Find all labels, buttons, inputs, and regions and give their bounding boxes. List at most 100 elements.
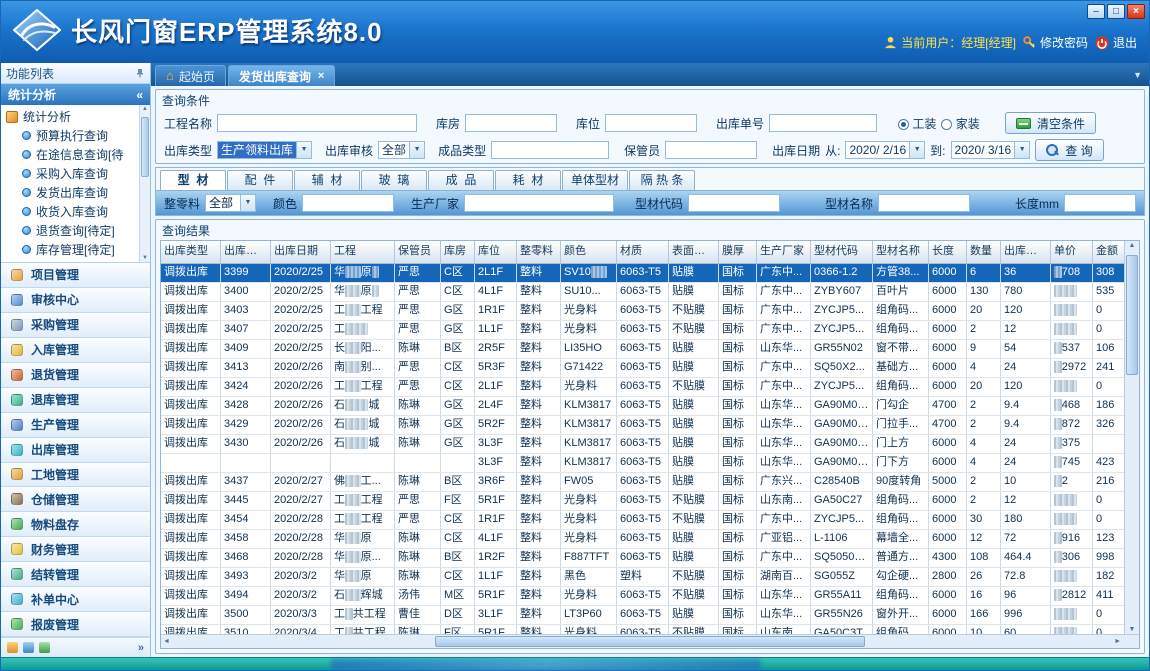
column-header[interactable]: 表面处理: [669, 241, 719, 263]
outbound-type-select[interactable]: 生产领料出库 ▼: [217, 141, 312, 159]
table-row[interactable]: 调拨出库34542020/2/28工▒▒工程严思C区1R1F整料光身料6063-…: [161, 511, 1124, 530]
sidebar-module[interactable]: 工地管理: [1, 463, 150, 488]
chevron-down-icon[interactable]: ▼: [409, 142, 424, 158]
scroll-down-icon[interactable]: ▼: [1125, 626, 1139, 633]
footer-more-icon[interactable]: »: [138, 642, 144, 654]
column-header[interactable]: 生产厂家: [757, 241, 811, 263]
table-row[interactable]: 调拨出库34282020/2/26石▒▒▒城陈琳G区2L4F整料KLM38176…: [161, 397, 1124, 416]
material-tab[interactable]: 玻 璃: [361, 170, 427, 190]
column-header[interactable]: 数量: [967, 241, 1001, 263]
manufacturer-input[interactable]: [464, 194, 614, 212]
sidebar-module[interactable]: 报废管理: [1, 612, 150, 637]
collapse-icon[interactable]: «: [136, 88, 143, 102]
chevron-down-icon[interactable]: ▼: [909, 142, 924, 158]
tree-scroll-up-icon[interactable]: ▲: [140, 106, 150, 112]
column-header[interactable]: 出库单号: [221, 241, 271, 263]
vertical-scroll-thumb[interactable]: [1126, 255, 1138, 375]
tree-item[interactable]: 预算执行查询: [6, 126, 138, 145]
date-to-picker[interactable]: 2020/ 3/16 ▼: [951, 141, 1031, 159]
sidebar-module[interactable]: 出库管理: [1, 438, 150, 463]
table-row[interactable]: 调拨出库34002020/2/25华▒▒原▒严思C区4L1F整料SU10...6…: [161, 283, 1124, 302]
maximize-button[interactable]: □: [1107, 4, 1125, 19]
sidebar-section-statistics[interactable]: 统计分析 «: [1, 84, 150, 105]
column-header[interactable]: 颜色: [561, 241, 617, 263]
tree-item[interactable]: 在途信息查询[待: [6, 145, 138, 164]
column-header[interactable]: 库位: [475, 241, 517, 263]
scroll-left-icon[interactable]: ◄: [163, 638, 170, 645]
tree-item[interactable]: 库存管理[待定]: [6, 240, 138, 259]
chart-icon[interactable]: [39, 642, 50, 653]
material-tab[interactable]: 辅 材: [294, 170, 360, 190]
vertical-scrollbar[interactable]: ▲ ▼: [1124, 241, 1139, 634]
folder-icon[interactable]: [7, 642, 18, 653]
tab-home[interactable]: ⌂ 起始页: [155, 65, 226, 86]
table-row[interactable]: 调拨出库33992020/2/25华▒▒原▒严思C区2L1F整料SV10▒▒60…: [161, 264, 1124, 283]
sidebar-module[interactable]: 结转管理: [1, 562, 150, 587]
column-header[interactable]: 出库长度: [1001, 241, 1051, 263]
location-input[interactable]: [605, 114, 697, 132]
product-type-input[interactable]: [491, 141, 609, 159]
minimize-button[interactable]: –: [1087, 4, 1105, 19]
sidebar-module[interactable]: 生产管理: [1, 413, 150, 438]
column-header[interactable]: 整零料: [517, 241, 561, 263]
sidebar-module[interactable]: 采购管理: [1, 313, 150, 338]
sidebar-module[interactable]: 退货管理: [1, 363, 150, 388]
clear-conditions-button[interactable]: 清空条件: [1005, 112, 1096, 134]
table-row[interactable]: 调拨出库34372020/2/27佛▒▒工...陈琳B区3R6F整料FW0560…: [161, 473, 1124, 492]
radio-gongzhuang[interactable]: 工装: [898, 115, 936, 132]
profile-code-input[interactable]: [688, 194, 780, 212]
table-row[interactable]: 调拨出库34582020/2/28华▒▒原陈琳C区4L1F整料光身料6063-T…: [161, 530, 1124, 549]
material-tab[interactable]: 配 件: [227, 170, 293, 190]
tree-item[interactable]: 收货入库查询: [6, 202, 138, 221]
keeper-input[interactable]: [665, 141, 757, 159]
table-row[interactable]: 调拨出库34242020/2/26工▒▒工程严思C区2L1F整料光身料6063-…: [161, 378, 1124, 397]
horizontal-scroll-thumb[interactable]: [435, 636, 865, 647]
radio-jiazhuang[interactable]: 家装: [941, 115, 979, 132]
column-header[interactable]: 出库日期: [271, 241, 331, 263]
logout-button[interactable]: 退出: [1095, 34, 1137, 51]
horizontal-scrollbar[interactable]: ◄ ►: [161, 634, 1139, 648]
scroll-right-icon[interactable]: ►: [1114, 638, 1121, 645]
sidebar-module[interactable]: 项目管理: [1, 263, 150, 288]
column-header[interactable]: 膜厚: [719, 241, 757, 263]
chevron-down-icon[interactable]: ▼: [296, 142, 311, 158]
table-row[interactable]: 3L3F整料KLM38176063-T5贴膜国标山东华...GA90M09...…: [161, 454, 1124, 473]
scroll-up-icon[interactable]: ▲: [1125, 242, 1139, 249]
profile-name-input[interactable]: [878, 194, 970, 212]
date-from-picker[interactable]: 2020/ 2/16 ▼: [845, 141, 925, 159]
column-header[interactable]: 出库类型: [161, 241, 221, 263]
sidebar-module[interactable]: 审核中心: [1, 288, 150, 313]
change-password-button[interactable]: 修改密码: [1023, 34, 1088, 51]
table-row[interactable]: 调拨出库34072020/2/25工▒▒▒严思G区1L1F整料光身料6063-T…: [161, 321, 1124, 340]
chevron-down-icon[interactable]: ▼: [1014, 142, 1029, 158]
tree-scrollbar[interactable]: ▲ ▼: [139, 105, 150, 262]
sidebar-module[interactable]: 财务管理: [1, 537, 150, 562]
close-button[interactable]: ×: [1127, 4, 1145, 19]
outbound-no-input[interactable]: [769, 114, 877, 132]
search-button[interactable]: 查 询: [1035, 139, 1103, 161]
whole-piece-select[interactable]: 全部 ▼: [205, 194, 256, 212]
tree-root-statistics[interactable]: 统计分析: [6, 107, 138, 126]
table-row[interactable]: 调拨出库34302020/2/26石▒▒▒城陈琳G区3L3F整料KLM38176…: [161, 435, 1124, 454]
material-tab[interactable]: 耗 材: [495, 170, 561, 190]
sidebar-module[interactable]: 退库管理: [1, 388, 150, 413]
material-tab[interactable]: 单体型材: [562, 170, 628, 190]
column-header[interactable]: 材质: [617, 241, 669, 263]
sidebar-module[interactable]: 补单中心: [1, 587, 150, 612]
material-tab[interactable]: 隔 热 条: [629, 170, 695, 190]
table-row[interactable]: 调拨出库34032020/2/25工▒▒工程严思G区1R1F整料光身料6063-…: [161, 302, 1124, 321]
material-tab[interactable]: 成 品: [428, 170, 494, 190]
tab-shipping-outbound-query[interactable]: 发货出库查询 ×: [228, 65, 335, 86]
tree-item[interactable]: 采购入库查询: [6, 164, 138, 183]
table-row[interactable]: 调拨出库34452020/2/27工▒▒工程严思F区5R1F整料光身料6063-…: [161, 492, 1124, 511]
table-row[interactable]: 调拨出库34292020/2/26石▒▒▒城陈琳G区5R2F整料KLM38176…: [161, 416, 1124, 435]
table-row[interactable]: 调拨出库34132020/2/26南▒▒别...严思C区5R3F整料G71422…: [161, 359, 1124, 378]
tree-scroll-down-icon[interactable]: ▼: [140, 255, 150, 261]
color-input[interactable]: [302, 194, 394, 212]
length-input[interactable]: [1064, 194, 1136, 212]
tree-item[interactable]: 发货出库查询: [6, 183, 138, 202]
table-row[interactable]: 调拨出库35002020/3/3工▒共工程曹佳D区3L1F整料LT3P60606…: [161, 606, 1124, 625]
project-name-input[interactable]: [217, 114, 417, 132]
tree-scroll-thumb[interactable]: [141, 117, 149, 177]
radio-gongzhuang-icon[interactable]: [898, 119, 909, 130]
